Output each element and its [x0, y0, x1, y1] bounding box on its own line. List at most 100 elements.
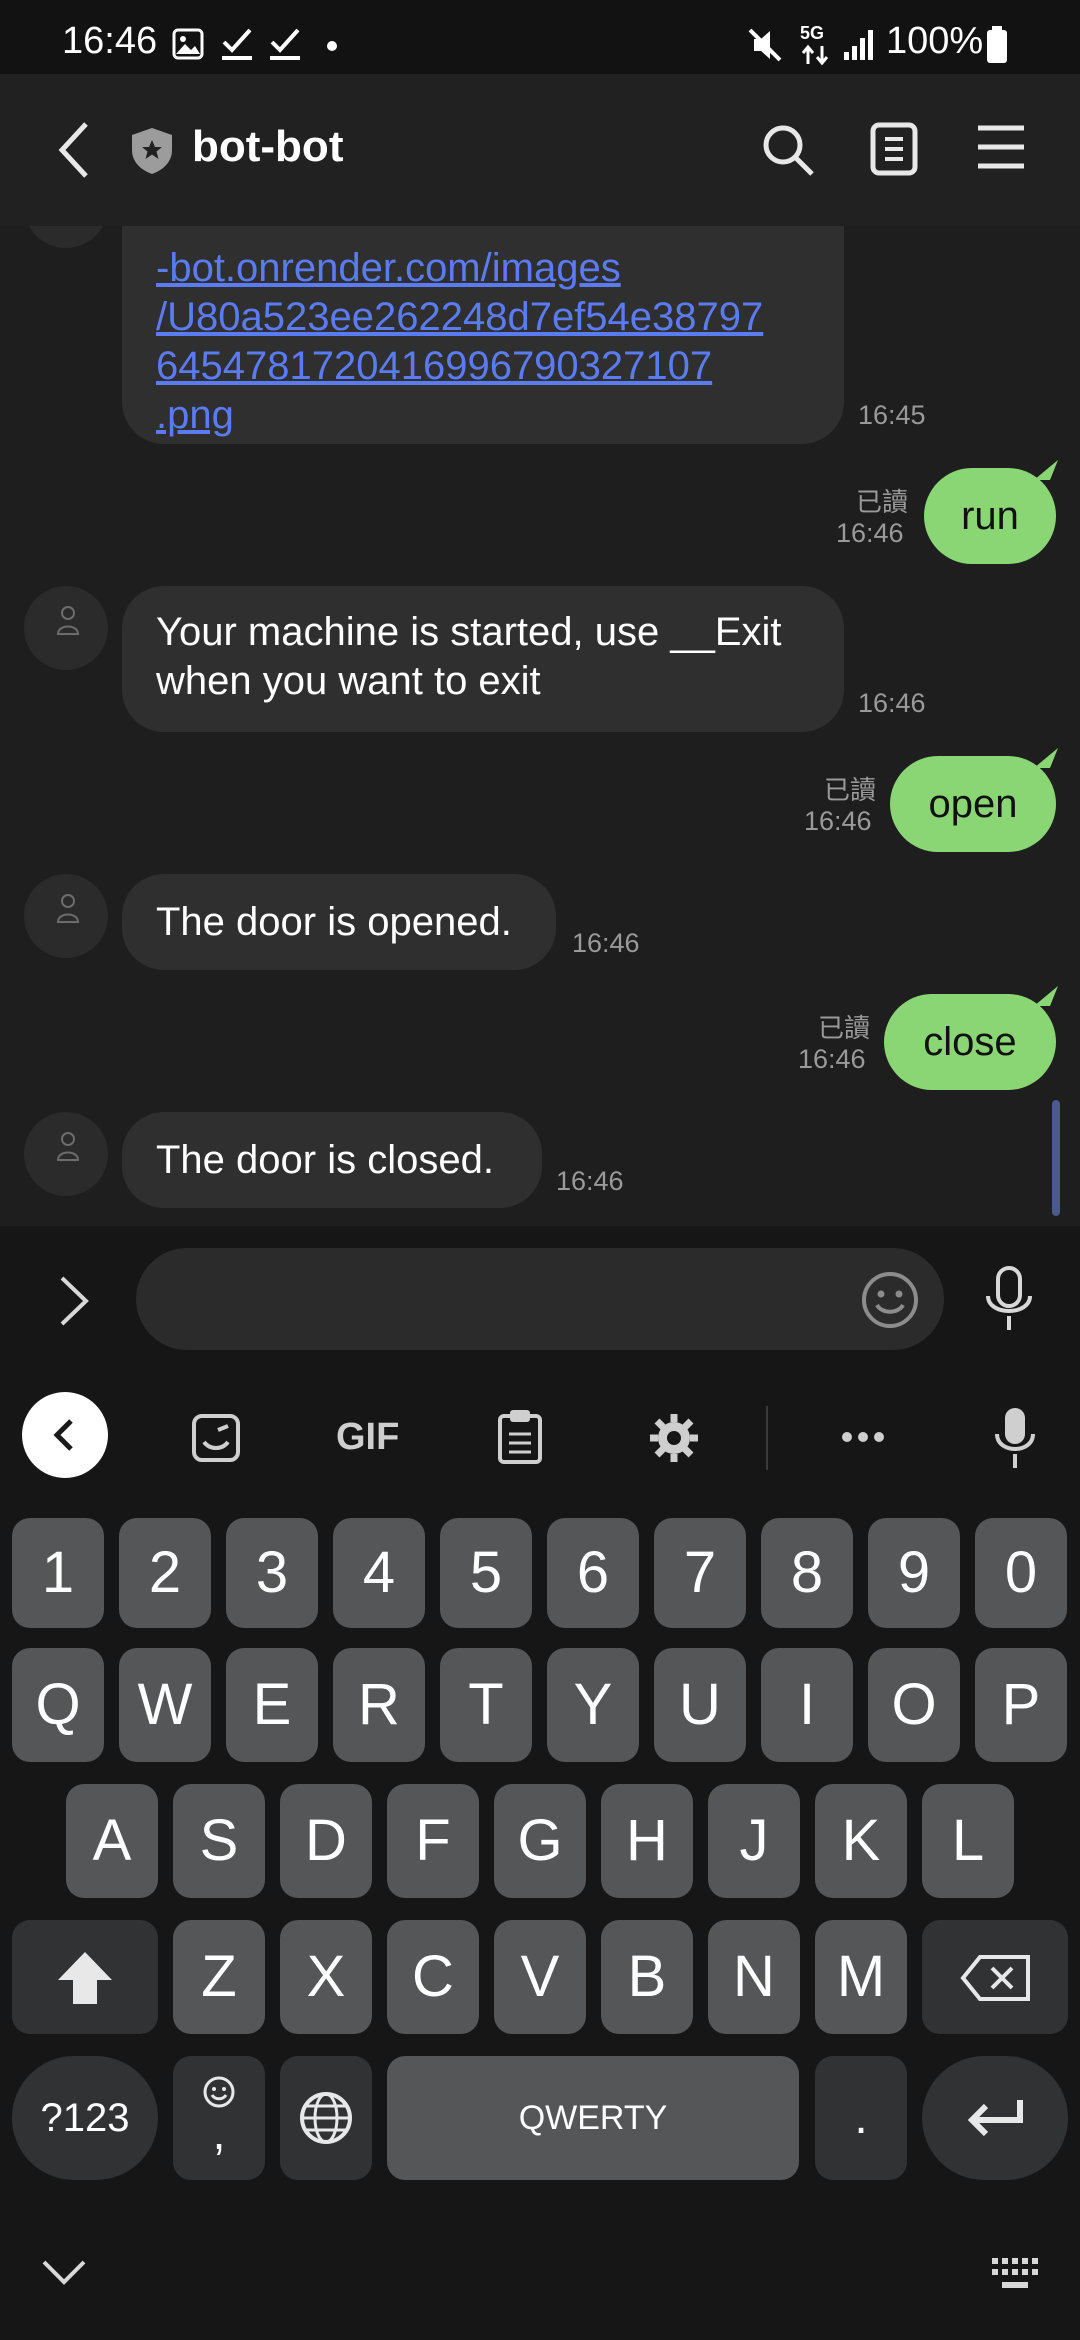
keyboard-collapse-toolbar-button[interactable] — [22, 1392, 108, 1478]
official-account-shield-icon — [132, 128, 172, 174]
key-4[interactable]: 4 — [333, 1518, 425, 1628]
gallery-icon — [172, 28, 204, 60]
key-3[interactable]: 3 — [226, 1518, 318, 1628]
enter-arrow-icon — [967, 2100, 1023, 2137]
bot-avatar[interactable] — [24, 226, 108, 248]
back-arrow-icon[interactable] — [54, 120, 94, 180]
key-r[interactable]: R — [333, 1648, 425, 1762]
key-s[interactable]: S — [173, 1784, 265, 1898]
key-a[interactable]: A — [66, 1784, 158, 1898]
enter-key[interactable] — [922, 2056, 1068, 2180]
key-l[interactable]: L — [922, 1784, 1014, 1898]
key-j[interactable]: J — [708, 1784, 800, 1898]
keyboard: GIF 1 2 3 4 5 6 7 8 9 0 Q W E R T Y U I … — [0, 1370, 1080, 2340]
voice-input-mic-icon[interactable] — [994, 1406, 1036, 1470]
status-time: 16:46 — [62, 20, 158, 62]
backspace-icon — [960, 1955, 1030, 2001]
message-text-line: Your machine is started, use __Exit — [156, 610, 782, 654]
key-8[interactable]: 8 — [761, 1518, 853, 1628]
message-timestamp: 16:46 — [836, 518, 904, 548]
keyboard-switch-icon[interactable] — [990, 2256, 1042, 2292]
image-link-line[interactable]: 6454781720416996790327107 — [156, 342, 810, 391]
key-h[interactable]: H — [601, 1784, 693, 1898]
received-message-bubble: The door is opened. — [122, 874, 556, 970]
key-o[interactable]: O — [868, 1648, 960, 1762]
message-timestamp: 16:46 — [572, 928, 640, 958]
key-i[interactable]: I — [761, 1648, 853, 1762]
message-input[interactable] — [136, 1248, 944, 1350]
image-link-line[interactable]: -bot.onrender.com/images — [156, 244, 810, 293]
key-g[interactable]: G — [494, 1784, 586, 1898]
read-receipt: 已讀 — [855, 487, 908, 517]
gif-button[interactable]: GIF — [336, 1416, 399, 1459]
key-x[interactable]: X — [280, 1920, 372, 2034]
comma-key[interactable]: , — [173, 2056, 265, 2180]
language-key[interactable] — [280, 2056, 372, 2180]
key-7[interactable]: 7 — [654, 1518, 746, 1628]
network-type: 5G — [800, 23, 825, 43]
check-icon — [222, 28, 252, 60]
key-w[interactable]: W — [119, 1648, 211, 1762]
toolbar-divider — [766, 1406, 768, 1470]
scrollbar[interactable] — [1052, 1100, 1060, 1216]
menu-icon[interactable] — [976, 124, 1026, 170]
key-q[interactable]: Q — [12, 1648, 104, 1762]
chat-messages[interactable]: -bot.onrender.com/images /U80a523ee26224… — [0, 226, 1080, 1226]
key-m[interactable]: M — [815, 1920, 907, 2034]
voice-message-mic-icon[interactable] — [982, 1264, 1036, 1334]
read-receipt: 已讀 — [817, 1013, 870, 1043]
bubble-tail — [1034, 986, 1058, 1006]
notes-icon[interactable] — [870, 122, 918, 176]
settings-gear-icon[interactable] — [648, 1412, 700, 1464]
key-b[interactable]: B — [601, 1920, 693, 2034]
key-d[interactable]: D — [280, 1784, 372, 1898]
key-6[interactable]: 6 — [547, 1518, 639, 1628]
key-2[interactable]: 2 — [119, 1518, 211, 1628]
period-key[interactable]: . — [815, 2056, 907, 2180]
shift-arrow-icon — [58, 1952, 112, 2004]
emoji-icon[interactable] — [860, 1270, 920, 1330]
key-9[interactable]: 9 — [868, 1518, 960, 1628]
battery-icon — [987, 26, 1007, 63]
shift-key[interactable] — [12, 1920, 158, 2034]
clipboard-icon[interactable] — [496, 1408, 544, 1466]
more-icon[interactable] — [840, 1430, 886, 1444]
key-e[interactable]: E — [226, 1648, 318, 1762]
key-z[interactable]: Z — [173, 1920, 265, 2034]
message-timestamp: 16:46 — [804, 806, 872, 836]
chevron-left-icon — [53, 1419, 73, 1451]
key-t[interactable]: T — [440, 1648, 532, 1762]
symbols-key[interactable]: ?123 — [12, 2056, 158, 2180]
globe-icon — [300, 2092, 352, 2144]
key-n[interactable]: N — [708, 1920, 800, 2034]
bubble-tail — [1034, 748, 1058, 768]
message-timestamp: 16:46 — [556, 1166, 624, 1196]
space-key[interactable]: QWERTY — [387, 2056, 799, 2180]
message-timestamp: 16:46 — [858, 688, 926, 718]
person-placeholder-icon — [56, 606, 80, 635]
search-icon[interactable] — [760, 122, 816, 178]
key-k[interactable]: K — [815, 1784, 907, 1898]
received-message-bubble: The door is closed. — [122, 1112, 542, 1208]
key-f[interactable]: F — [387, 1784, 479, 1898]
check-icon — [270, 28, 300, 60]
key-p[interactable]: P — [975, 1648, 1067, 1762]
key-5[interactable]: 5 — [440, 1518, 532, 1628]
key-1[interactable]: 1 — [12, 1518, 104, 1628]
hide-keyboard-chevron-icon[interactable] — [40, 2258, 88, 2288]
key-0[interactable]: 0 — [975, 1518, 1067, 1628]
backspace-key[interactable] — [922, 1920, 1068, 2034]
status-bar: 16:46 5G 100% — [0, 0, 1080, 74]
image-link-line[interactable]: .png — [156, 391, 810, 440]
message-input-bar — [0, 1226, 1080, 1370]
key-c[interactable]: C — [387, 1920, 479, 2034]
data-arrows-icon — [801, 44, 829, 66]
chat-title: bot-bot — [192, 122, 344, 171]
image-link-line[interactable]: /U80a523ee262248d7ef54e38797 — [156, 293, 810, 342]
key-y[interactable]: Y — [547, 1648, 639, 1762]
key-v[interactable]: V — [494, 1920, 586, 2034]
message-timestamp: 16:46 — [798, 1044, 866, 1074]
expand-arrow-icon[interactable] — [56, 1274, 92, 1328]
sticker-icon[interactable] — [190, 1412, 242, 1464]
key-u[interactable]: U — [654, 1648, 746, 1762]
